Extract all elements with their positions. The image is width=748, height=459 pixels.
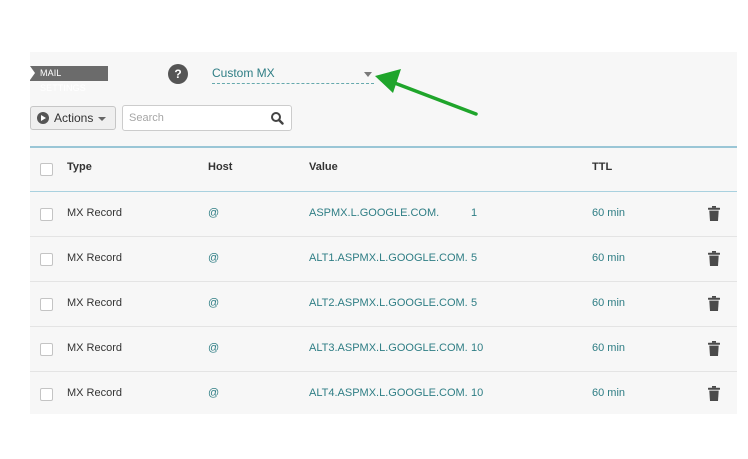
record-priority[interactable]: 5 bbox=[471, 252, 477, 264]
record-host[interactable]: @ bbox=[208, 342, 219, 354]
actions-button[interactable]: Actions bbox=[30, 106, 116, 130]
actions-label: Actions bbox=[54, 111, 94, 125]
record-value[interactable]: ALT2.ASPMX.L.GOOGLE.COM. bbox=[309, 297, 468, 309]
record-type: MX Record bbox=[67, 297, 123, 309]
record-value[interactable]: ALT3.ASPMX.L.GOOGLE.COM. bbox=[309, 342, 468, 354]
record-priority[interactable]: 10 bbox=[471, 342, 483, 354]
column-header-host[interactable]: Host bbox=[208, 161, 232, 173]
record-priority[interactable]: 5 bbox=[471, 297, 477, 309]
record-ttl[interactable]: 60 min bbox=[592, 387, 625, 399]
record-host[interactable]: @ bbox=[208, 297, 219, 309]
record-priority[interactable]: 10 bbox=[471, 387, 483, 399]
row-checkbox[interactable] bbox=[40, 343, 53, 356]
trash-icon[interactable] bbox=[708, 341, 720, 356]
table-header-row: Type Host Value TTL bbox=[30, 148, 737, 192]
record-host[interactable]: @ bbox=[208, 387, 219, 399]
search-input[interactable] bbox=[129, 110, 259, 126]
record-value[interactable]: ALT1.ASPMX.L.GOOGLE.COM. bbox=[309, 252, 468, 264]
trash-icon[interactable] bbox=[708, 296, 720, 311]
record-priority[interactable]: 1 bbox=[471, 207, 477, 219]
table-row: MX Record @ ASPMX.L.GOOGLE.COM. 1 60 min bbox=[30, 192, 737, 237]
record-host[interactable]: @ bbox=[208, 207, 219, 219]
record-type: MX Record bbox=[67, 207, 123, 219]
row-checkbox[interactable] bbox=[40, 298, 53, 311]
search-box bbox=[122, 105, 292, 131]
column-header-ttl[interactable]: TTL bbox=[592, 161, 612, 173]
row-checkbox[interactable] bbox=[40, 388, 53, 401]
record-type: MX Record bbox=[67, 387, 123, 399]
select-all-checkbox[interactable] bbox=[40, 163, 53, 176]
record-value[interactable]: ASPMX.L.GOOGLE.COM. bbox=[309, 207, 439, 219]
column-header-type[interactable]: Type bbox=[67, 161, 92, 173]
record-host[interactable]: @ bbox=[208, 252, 219, 264]
table-row: MX Record @ ALT2.ASPMX.L.GOOGLE.COM. 5 6… bbox=[30, 282, 737, 327]
play-icon bbox=[37, 112, 49, 124]
table-row: MX Record @ ALT1.ASPMX.L.GOOGLE.COM. 5 6… bbox=[30, 237, 737, 282]
trash-icon[interactable] bbox=[708, 206, 720, 221]
record-ttl[interactable]: 60 min bbox=[592, 297, 625, 309]
table-row: MX Record @ ALT3.ASPMX.L.GOOGLE.COM. 10 … bbox=[30, 327, 737, 372]
trash-icon[interactable] bbox=[708, 386, 720, 401]
record-value[interactable]: ALT4.ASPMX.L.GOOGLE.COM. bbox=[309, 387, 468, 399]
caret-down-icon bbox=[98, 117, 106, 121]
table-row: MX Record @ ALT4.ASPMX.L.GOOGLE.COM. 10 … bbox=[30, 372, 737, 417]
row-checkbox[interactable] bbox=[40, 253, 53, 266]
trash-icon[interactable] bbox=[708, 251, 720, 266]
record-ttl[interactable]: 60 min bbox=[592, 207, 625, 219]
column-header-value[interactable]: Value bbox=[309, 161, 338, 173]
record-type: MX Record bbox=[67, 342, 123, 354]
search-icon[interactable] bbox=[270, 111, 284, 125]
record-ttl[interactable]: 60 min bbox=[592, 342, 625, 354]
record-ttl[interactable]: 60 min bbox=[592, 252, 625, 264]
record-type: MX Record bbox=[67, 252, 123, 264]
row-checkbox[interactable] bbox=[40, 208, 53, 221]
